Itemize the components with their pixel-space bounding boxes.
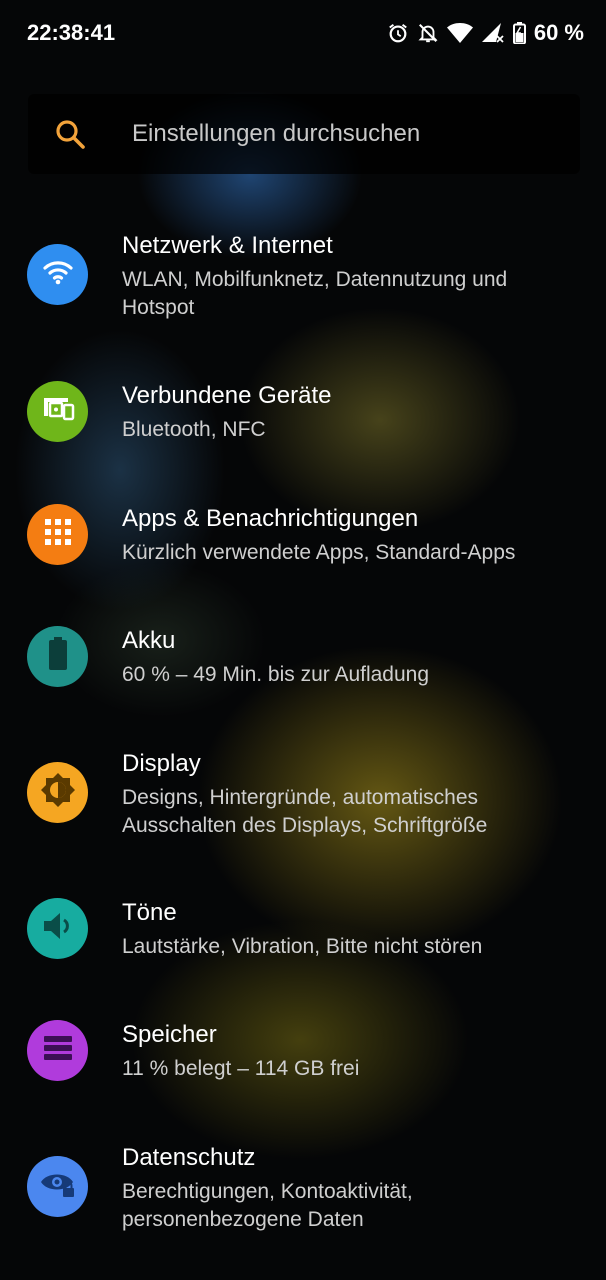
settings-item-subtitle: Bluetooth, NFC (122, 418, 266, 441)
settings-item-title: Netzwerk & Internet (122, 232, 333, 259)
settings-item-subtitle: Kürzlich verwendete Apps, Standard-Apps (122, 541, 516, 564)
settings-item-display[interactable]: Display Designs, Hintergründe, automatis… (0, 738, 606, 868)
settings-item-storage[interactable]: Speicher 11 % belegt – 114 GB frei (0, 1009, 606, 1109)
search-icon (54, 118, 86, 155)
settings-item-subtitle: 60 % – 49 Min. bis zur Aufladung (122, 663, 430, 686)
settings-item-subtitle: WLAN, Mobilfunknetz, Datennutzung und Ho… (122, 268, 508, 319)
storage-icon (43, 1035, 73, 1066)
settings-item-sounds[interactable]: Töne Lautstärke, Vibration, Bitte nicht … (0, 887, 606, 987)
sounds-icon-circle (27, 898, 88, 959)
privacy-eye-icon (39, 1169, 77, 1204)
storage-icon-circle (27, 1020, 88, 1081)
settings-item-subtitle: Berechtigungen, Kontoaktivität, personen… (122, 1180, 413, 1231)
settings-item-title: Display (122, 750, 201, 777)
apps-grid-icon (44, 518, 72, 551)
brightness-icon (40, 772, 76, 813)
settings-item-title: Akku (122, 627, 176, 654)
settings-item-network[interactable]: Netzwerk & Internet WLAN, Mobilfunknetz,… (0, 220, 606, 350)
settings-item-subtitle: 11 % belegt – 114 GB frei (122, 1057, 360, 1080)
wifi-icon (446, 22, 473, 44)
privacy-icon-circle (27, 1156, 88, 1217)
devices-icon (40, 394, 76, 429)
settings-item-subtitle: Lautstärke, Vibration, Bitte nicht störe… (122, 935, 483, 958)
alarm-icon (387, 22, 409, 44)
battery-charging-icon (512, 22, 526, 44)
battery-percent: 60 % (533, 20, 584, 45)
battery-icon (48, 637, 68, 676)
settings-item-title: Speicher (122, 1021, 217, 1048)
settings-item-connected-devices[interactable]: Verbundene Geräte Bluetooth, NFC (0, 370, 606, 470)
wifi-icon (42, 258, 74, 291)
settings-item-title: Apps & Benachrichtigungen (122, 505, 419, 532)
settings-item-title: Töne (122, 899, 177, 926)
settings-item-battery[interactable]: Akku 60 % – 49 Min. bis zur Aufladung (0, 615, 606, 715)
cell-signal-icon (481, 22, 505, 44)
status-time: 22:38:41 (27, 20, 116, 45)
settings-item-title: Datenschutz (122, 1144, 256, 1171)
display-icon-circle (27, 762, 88, 823)
apps-icon-circle (27, 504, 88, 565)
volume-icon (42, 911, 74, 946)
network-icon-circle (27, 244, 88, 305)
settings-item-privacy[interactable]: Datenschutz Berechtigungen, Kontoaktivit… (0, 1132, 606, 1262)
status-icons: 60 % (387, 20, 584, 46)
settings-item-subtitle: Designs, Hintergründe, automatisches Aus… (122, 786, 488, 837)
settings-item-apps[interactable]: Apps & Benachrichtigungen Kürzlich verwe… (0, 493, 606, 593)
search-bar[interactable]: Einstellungen durchsuchen (28, 94, 580, 174)
search-placeholder: Einstellungen durchsuchen (132, 120, 421, 147)
status-bar: 22:38:41 60 % (0, 0, 606, 68)
notifications-off-icon (417, 22, 439, 44)
devices-icon-circle (27, 381, 88, 442)
settings-item-title: Verbundene Geräte (122, 382, 332, 409)
battery-icon-circle (27, 626, 88, 687)
